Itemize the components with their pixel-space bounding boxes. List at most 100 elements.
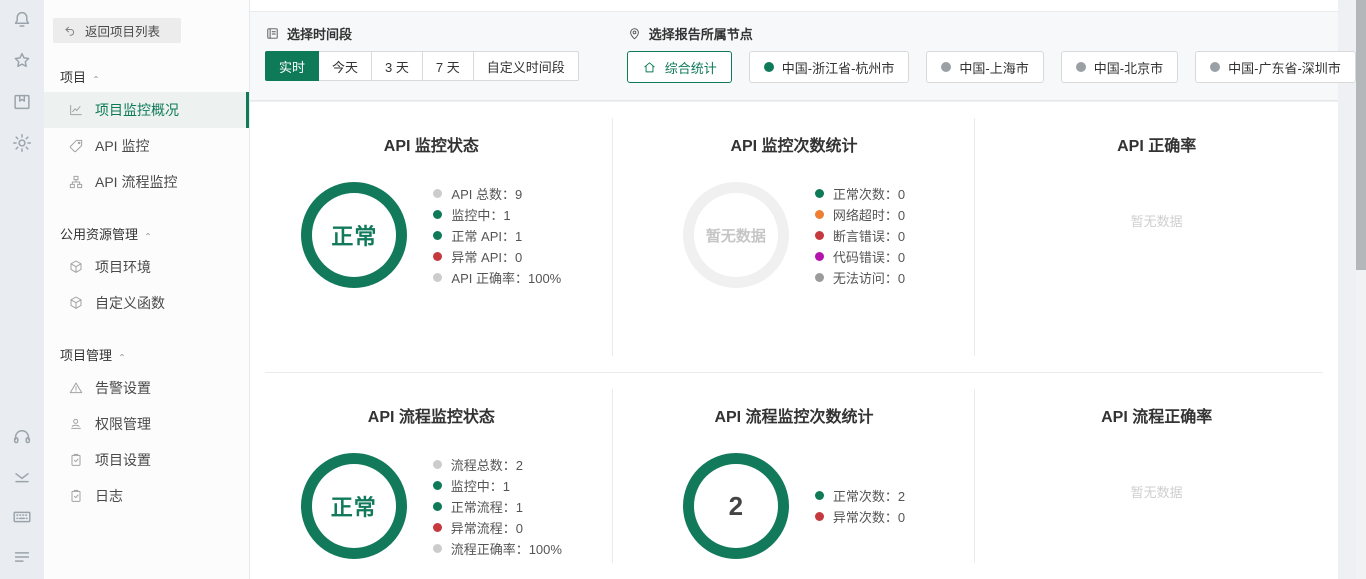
legend-text: 异常 API：0: [451, 249, 523, 265]
node-label: 中国-浙江省-杭州市: [781, 60, 895, 76]
time-option-button[interactable]: 今天: [318, 51, 373, 81]
node-button[interactable]: 中国-北京市: [1060, 51, 1179, 83]
legend-dot: [433, 251, 443, 261]
legend-dot: [433, 188, 443, 198]
back-to-project-list-button[interactable]: 返回项目列表: [53, 18, 181, 43]
rail-bell-button[interactable]: [11, 9, 33, 31]
sidebar-section-header[interactable]: 项目管理: [60, 345, 249, 364]
time-option-button[interactable]: 3 天: [371, 51, 423, 81]
status-ring: 2: [682, 453, 789, 559]
dashboard-cards: API 监控状态正常 API 总数：9 监控中：1 正常 API：1 异常 API：0 A…: [250, 102, 1338, 579]
scrollbar[interactable]: [1356, 0, 1366, 579]
time-option-button[interactable]: 7 天: [421, 51, 474, 81]
sidebar-item-label: API 监控: [95, 138, 150, 154]
time-range-group: 选择时间段 实时 今天 3 天7 天自定义时间段: [265, 12, 579, 100]
sidebar-section-label: 项目: [60, 70, 87, 85]
scrollbar-thumb[interactable]: [1356, 0, 1366, 270]
sidebar-item-label: 自定义函数: [95, 295, 165, 311]
time-range-label: 选择时间段: [287, 26, 353, 42]
chevron-up-icon: [117, 350, 127, 360]
legend-dot: [814, 512, 824, 521]
legend-text: 无法访问：0: [832, 270, 906, 286]
rail-list-button[interactable]: [11, 546, 33, 568]
chart-line-icon: [68, 102, 84, 118]
legend-text: 网络超时：0: [832, 207, 906, 223]
sidebar-menu: 项目项目监控概况 API 监控 API 流程监控公用资源管理项目环境自定义函数项目管…: [44, 67, 249, 514]
sidebar-item[interactable]: API 监控: [44, 128, 249, 164]
status-ring-text: 2: [728, 490, 744, 521]
legend-dot: [814, 209, 824, 219]
rail-keyboard-button[interactable]: [11, 506, 33, 528]
node-button[interactable]: 中国-广东省-深圳市: [1195, 51, 1356, 83]
chevron-up-icon: [143, 229, 153, 239]
node-options: 综合统计 中国-浙江省-杭州市 中国-上海市 中国-北京市 中国-广东省-深圳市: [626, 51, 1356, 83]
legend-item: API 正确率：100%: [433, 267, 561, 288]
card-title: API 监控状态: [383, 138, 479, 155]
cube-icon: [68, 295, 84, 311]
main-content: 选择时间段 实时 今天 3 天7 天自定义时间段 选择报告所属节点 综合统计 中国-…: [250, 0, 1356, 579]
user-icon: [68, 416, 84, 432]
time-range-options: 实时 今天 3 天7 天自定义时间段: [265, 51, 579, 81]
summary-statistics-button[interactable]: 综合统计: [626, 51, 732, 83]
list-icon: [11, 546, 33, 568]
card-title: API 流程正确率: [1101, 409, 1213, 426]
sidebar-item[interactable]: 日志: [44, 478, 249, 514]
legend-item: 正常次数：2: [814, 485, 905, 506]
rail-bottom-icons: [0, 426, 44, 579]
stat-card: API 流程正确率 暂无数据: [975, 373, 1338, 579]
card-title: API 正确率: [1117, 138, 1197, 155]
card-title: API 流程监控次数统计: [714, 409, 874, 426]
legend-text: 流程正确率：100%: [450, 541, 562, 557]
sidebar-item-label: 项目设置: [95, 452, 151, 468]
rail-gear-button[interactable]: [11, 132, 33, 154]
legend-item: 流程总数：2: [432, 454, 562, 475]
inbox-icon: [11, 466, 33, 488]
node-button[interactable]: 中国-浙江省-杭州市: [748, 51, 910, 83]
status-ring-text: 暂无数据: [705, 227, 766, 245]
keyboard-icon: [11, 506, 33, 528]
node-status-dot: [763, 62, 774, 72]
legend-text: API 总数：9: [451, 186, 523, 202]
card-row-api: API 监控状态 正常 API 总数：9 监控中：1 正常 API：1 异常 API：0 A…: [250, 102, 1338, 372]
time-option-button[interactable]: 实时: [265, 51, 320, 81]
time-option-button[interactable]: 自定义时间段: [472, 51, 579, 81]
legend-item: 网络超时：0: [814, 204, 906, 225]
legend-dot: [432, 480, 442, 490]
chevron-up-icon: [91, 72, 101, 82]
legend-dot: [433, 230, 443, 240]
rail-star-button[interactable]: [11, 50, 33, 72]
sidebar-item[interactable]: 项目监控概况: [44, 92, 249, 128]
sidebar-item-label: 日志: [95, 488, 123, 504]
rail-archive-button[interactable]: [11, 91, 33, 113]
sidebar-section-label: 公用资源管理: [60, 227, 139, 242]
legend-dot: [432, 459, 442, 469]
legend-text: 监控中：1: [450, 478, 510, 494]
report-node-heading: 选择报告所属节点: [627, 24, 1356, 42]
legend-dot: [814, 188, 824, 198]
legend-dot: [814, 272, 824, 282]
sidebar-item[interactable]: 权限管理: [44, 406, 249, 442]
status-ring-text: 正常: [330, 495, 377, 520]
sidebar-item-label: 告警设置: [95, 380, 151, 396]
archive-icon: [11, 91, 33, 113]
sidebar-item-label: API 流程监控: [95, 174, 178, 190]
sidebar-item[interactable]: 告警设置: [44, 370, 249, 406]
sidebar-item[interactable]: 自定义函数: [44, 285, 249, 321]
stat-card: API 监控状态 正常 API 总数：9 监控中：1 正常 API：1 异常 API：0 A…: [250, 102, 613, 372]
legend-text: 代码错误：0: [832, 249, 906, 265]
node-label: 中国-上海市: [959, 60, 1029, 76]
legend-text: 监控中：1: [451, 207, 511, 223]
gear-icon: [11, 132, 33, 154]
legend-text: 流程总数：2: [450, 457, 523, 473]
rail-inbox-button[interactable]: [11, 466, 33, 488]
sidebar-item[interactable]: API 流程监控: [44, 164, 249, 200]
sidebar-section-header[interactable]: 项目: [60, 67, 249, 86]
sidebar-section-header[interactable]: 公用资源管理: [60, 224, 249, 243]
node-button[interactable]: 中国-上海市: [926, 51, 1044, 83]
sidebar-item[interactable]: 项目环境: [44, 249, 249, 285]
legend-item: 流程正确率：100%: [432, 538, 562, 559]
rail-headset-button[interactable]: [11, 426, 33, 448]
sidebar-item[interactable]: 项目设置: [44, 442, 249, 478]
clipboard-icon: [68, 452, 84, 468]
legend-text: 正常 API：1: [451, 228, 523, 244]
